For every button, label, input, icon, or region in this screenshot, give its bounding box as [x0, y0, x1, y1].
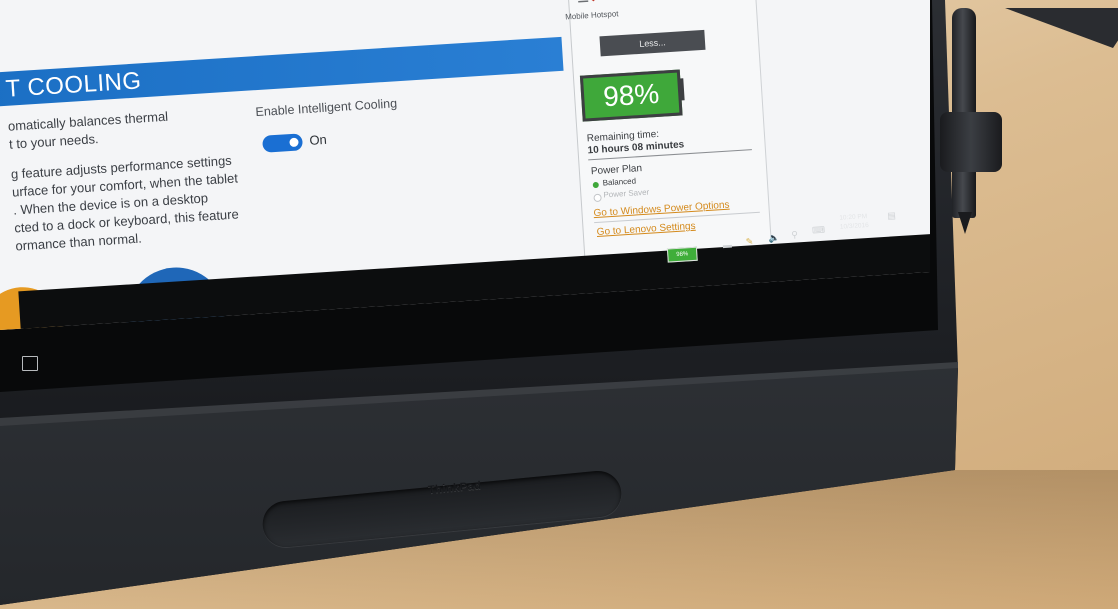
enable-cooling-label: Enable Intelligent Cooling — [255, 96, 398, 120]
network-icon[interactable]: ⚲ — [791, 229, 798, 240]
taskbar-date: 10/3/2016 — [839, 221, 870, 231]
taskbar-clock[interactable]: 10:20 PM 10/3/2016 — [839, 212, 869, 232]
speaker-muted-icon[interactable]: 🔈 — [768, 233, 780, 245]
toggle-knob — [289, 137, 299, 148]
battery-level-indicator: 98% — [579, 69, 683, 122]
keyboard-battery-icon[interactable]: ▬ — [723, 240, 733, 251]
toggle-state-label: On — [308, 131, 328, 148]
pen-icon[interactable]: ✎ — [745, 236, 753, 247]
taskbar-battery-icon[interactable]: 98% — [666, 246, 698, 263]
action-center-icon[interactable]: ▤ — [887, 210, 896, 222]
cooling-toggle[interactable] — [262, 133, 304, 153]
touch-keyboard-icon[interactable]: ⌨ — [812, 225, 826, 237]
task-view-icon[interactable] — [22, 356, 38, 371]
stylus-holder — [940, 112, 1002, 172]
